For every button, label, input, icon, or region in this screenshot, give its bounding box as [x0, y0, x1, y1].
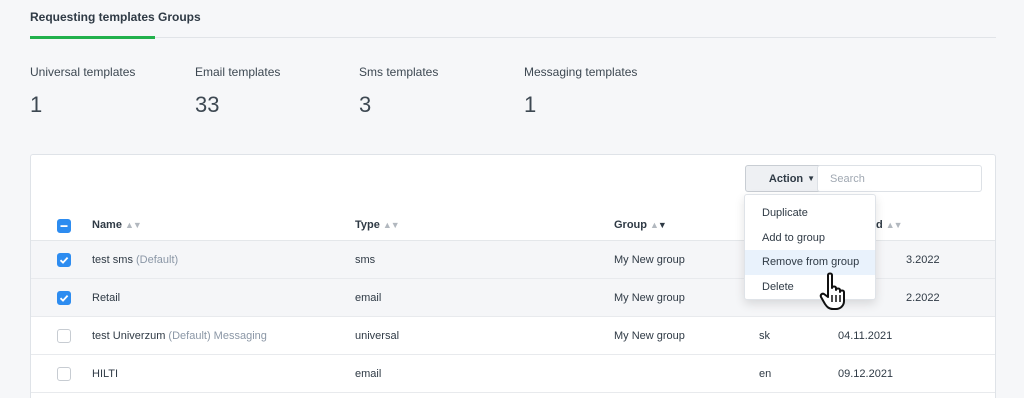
stat-messaging: Messaging templates 1	[524, 65, 637, 118]
cell-type: sms	[355, 254, 376, 266]
stat-value: 33	[195, 92, 220, 117]
stat-value: 1	[524, 92, 537, 117]
cell-type: email	[355, 368, 382, 380]
menu-item-duplicate[interactable]: Duplicate	[745, 201, 875, 226]
tab-requesting-templates[interactable]: Requesting templates	[30, 10, 155, 39]
table-row[interactable]: HILTI email en 09.12.2021	[31, 355, 995, 393]
table-row[interactable]: test Univerzum (Default) Messaging unive…	[31, 317, 995, 355]
cell-type: universal	[355, 330, 400, 342]
column-header-group[interactable]: Group ▲▼	[614, 219, 667, 231]
sort-icon: ▲▼	[124, 220, 142, 230]
stat-email: Email templates 33	[195, 65, 280, 118]
hand-pointer-icon	[819, 272, 845, 310]
sort-desc-icon: ▲▼	[650, 220, 667, 230]
cell-name: test Univerzum (Default) Messaging	[92, 330, 267, 342]
cell-date: 04.11.2021	[838, 330, 893, 342]
sort-icon: ▲▼	[885, 220, 903, 230]
select-all-checkbox[interactable]	[57, 219, 71, 233]
action-dropdown-menu: Duplicate Add to group Remove from group…	[744, 194, 876, 300]
cell-name: HILTI	[92, 368, 119, 380]
cell-date: 3.2022	[906, 254, 940, 266]
cell-group: My New group	[614, 330, 685, 342]
cell-name: Retail	[92, 292, 121, 304]
caret-down-icon: ▼	[807, 174, 816, 183]
cell-language: en	[759, 368, 772, 380]
stat-value: 3	[359, 92, 372, 117]
column-header-name[interactable]: Name ▲▼	[92, 219, 142, 231]
cell-group: My New group	[614, 292, 685, 304]
stat-label: Sms templates	[359, 65, 439, 79]
menu-item-add-to-group[interactable]: Add to group	[745, 226, 875, 251]
stat-sms: Sms templates 3	[359, 65, 438, 118]
cell-type: email	[355, 292, 382, 304]
cell-date: 2.2022	[906, 292, 940, 304]
cell-date: 09.12.2021	[838, 368, 894, 380]
cell-group: My New group	[614, 254, 685, 266]
column-header-type[interactable]: Type ▲▼	[355, 219, 400, 231]
stat-label: Universal templates	[30, 65, 136, 79]
row-checkbox[interactable]	[57, 329, 71, 343]
check-icon	[59, 294, 69, 302]
menu-item-remove-from-group[interactable]: Remove from group	[745, 250, 875, 275]
stat-value: 1	[30, 92, 43, 117]
stat-label: Email templates	[195, 65, 281, 79]
tab-bar: Requesting templates Groups	[30, 0, 996, 39]
stat-label: Messaging templates	[524, 65, 638, 79]
stat-universal: Universal templates 1	[30, 65, 135, 118]
cell-name: test sms (Default)	[92, 254, 179, 266]
search-input[interactable]	[817, 165, 982, 192]
row-checkbox[interactable]	[57, 291, 71, 305]
column-header-updated[interactable]: d ▲▼	[876, 219, 903, 231]
row-checkbox[interactable]	[57, 367, 71, 381]
menu-item-delete[interactable]: Delete	[745, 275, 875, 300]
action-button-label: Action	[768, 172, 804, 185]
row-checkbox[interactable]	[57, 253, 71, 267]
cell-language: sk	[759, 330, 770, 342]
minus-icon	[60, 225, 68, 227]
tab-groups[interactable]: Groups	[158, 10, 201, 36]
check-icon	[59, 256, 69, 264]
sort-icon: ▲▼	[382, 220, 400, 230]
